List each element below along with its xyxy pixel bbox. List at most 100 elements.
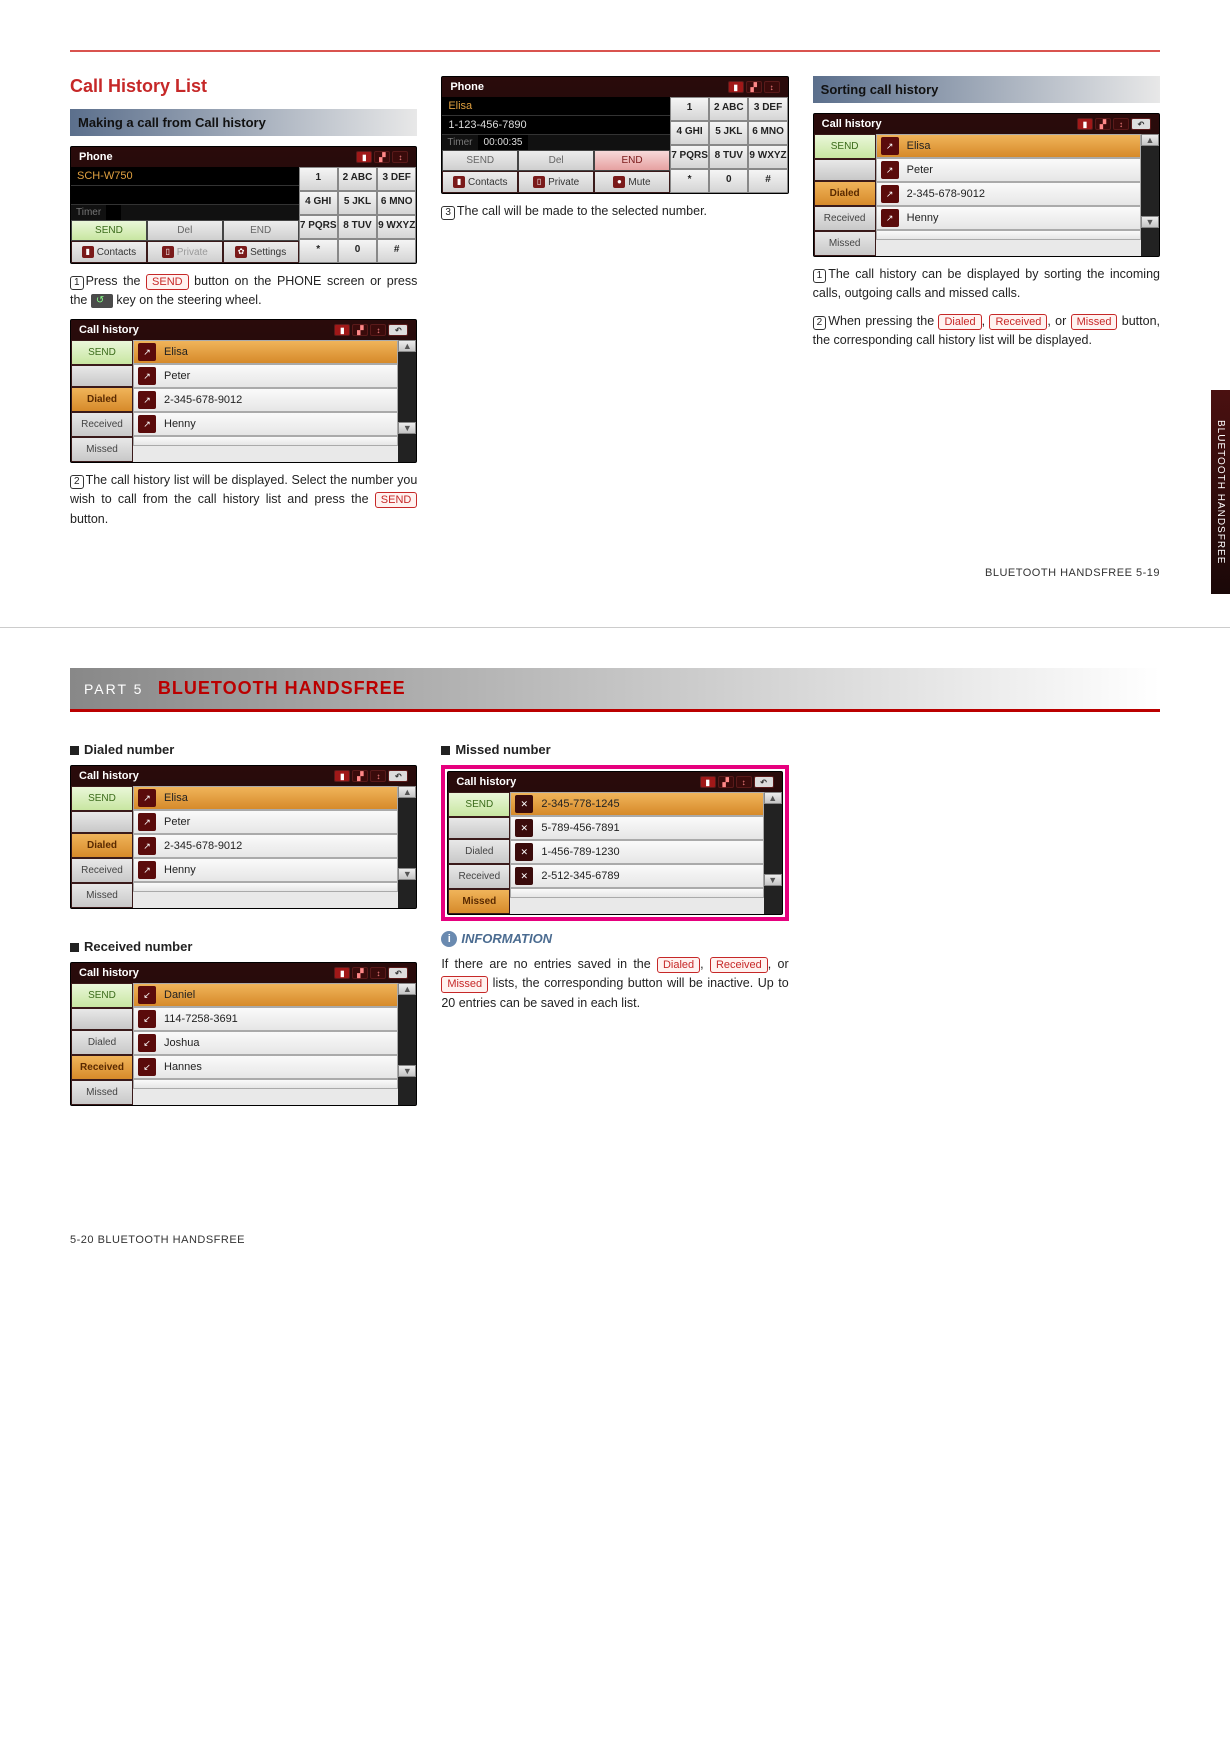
list-item[interactable]: ✕5-789-456-7891 <box>510 816 763 840</box>
tab-send[interactable]: SEND <box>71 340 133 365</box>
list-item[interactable]: ↗Henny <box>133 412 398 436</box>
phone-title: Phone <box>79 151 113 163</box>
scroll-up-icon[interactable]: ▲ <box>1141 134 1159 146</box>
key-8[interactable]: 8 TUV <box>338 215 377 239</box>
tab-missed[interactable]: Missed <box>71 437 133 462</box>
list-item[interactable]: ↗Elisa <box>133 786 398 810</box>
key-2[interactable]: 2 ABC <box>709 97 748 121</box>
key-4[interactable]: 4 GHI <box>670 121 709 145</box>
back-icon[interactable]: ↶ <box>388 324 408 336</box>
tab-received[interactable]: Received <box>71 858 133 883</box>
end-button[interactable]: END <box>223 220 299 241</box>
list-item[interactable]: ↙Joshua <box>133 1031 398 1055</box>
list-item[interactable]: ↙114-7258-3691 <box>133 1007 398 1031</box>
settings-button[interactable]: ✿Settings <box>223 241 299 263</box>
key-star[interactable]: * <box>299 239 338 263</box>
list-item[interactable]: ✕2-345-778-1245 <box>510 792 763 816</box>
private-button[interactable]: ▯Private <box>147 241 223 263</box>
tab-missed[interactable]: Missed <box>71 1080 133 1105</box>
list-item[interactable]: ✕1-456-789-1230 <box>510 840 763 864</box>
mute-button[interactable]: ●Mute <box>594 171 670 193</box>
key-7[interactable]: 7 PQRS <box>670 145 709 169</box>
send-button[interactable]: SEND <box>71 220 147 241</box>
key-0[interactable]: 0 <box>338 239 377 263</box>
list-item[interactable]: ↙Daniel <box>133 983 398 1007</box>
scroll-up-icon[interactable]: ▲ <box>398 340 416 352</box>
key-hash[interactable]: # <box>377 239 416 263</box>
tab-dialed[interactable]: Dialed <box>448 839 510 864</box>
back-icon[interactable]: ↶ <box>388 967 408 979</box>
list-item[interactable]: ↗Elisa <box>876 134 1141 158</box>
tab-send[interactable]: SEND <box>71 983 133 1008</box>
page-footer-left: 5-20 BLUETOOTH HANDSFREE <box>70 1234 1160 1246</box>
list-item[interactable]: ↗Peter <box>133 810 398 834</box>
tab-dialed[interactable]: Dialed <box>814 181 876 206</box>
back-icon[interactable]: ↶ <box>1131 118 1151 130</box>
sort-p2: 2When pressing the Dialed, Received, or … <box>813 312 1160 351</box>
page-5-19: Call History List Making a call from Cal… <box>0 0 1230 609</box>
end-button[interactable]: END <box>594 150 670 171</box>
outgoing-icon: ↗ <box>138 837 156 855</box>
scroll-down-icon[interactable]: ▼ <box>1141 216 1159 228</box>
key-4[interactable]: 4 GHI <box>299 191 338 215</box>
list-item[interactable]: ↗Elisa <box>133 340 398 364</box>
key-5[interactable]: 5 JKL <box>338 191 377 215</box>
key-6[interactable]: 6 MNO <box>377 191 416 215</box>
contacts-button[interactable]: ▮Contacts <box>442 171 518 193</box>
key-3[interactable]: 3 DEF <box>377 167 416 191</box>
key-8[interactable]: 8 TUV <box>709 145 748 169</box>
tab-missed[interactable]: Missed <box>71 883 133 908</box>
list-item[interactable]: ↗Henny <box>876 206 1141 230</box>
tab-received[interactable]: Received <box>71 1055 133 1080</box>
tab-send[interactable]: SEND <box>814 134 876 159</box>
missed-icon: ✕ <box>515 819 533 837</box>
scroll-up-icon[interactable]: ▲ <box>764 792 782 804</box>
tab-dialed[interactable]: Dialed <box>71 1030 133 1055</box>
key-hash[interactable]: # <box>748 169 787 193</box>
tab-missed[interactable]: Missed <box>814 231 876 256</box>
tab-missed[interactable]: Missed <box>448 889 510 914</box>
list-item[interactable]: ↙Hannes <box>133 1055 398 1079</box>
list-item[interactable]: ↗Peter <box>133 364 398 388</box>
key-9[interactable]: 9 WXYZ <box>377 215 416 239</box>
list-item[interactable]: ↗Peter <box>876 158 1141 182</box>
bt-icon: ↕ <box>736 776 752 788</box>
phone-title: Phone <box>450 81 484 93</box>
del-button[interactable]: Del <box>147 220 223 241</box>
key-6[interactable]: 6 MNO <box>748 121 787 145</box>
key-0[interactable]: 0 <box>709 169 748 193</box>
tab-received[interactable]: Received <box>448 864 510 889</box>
key-9[interactable]: 9 WXYZ <box>748 145 787 169</box>
tab-dialed[interactable]: Dialed <box>71 833 133 858</box>
scroll-up-icon[interactable]: ▲ <box>398 786 416 798</box>
contacts-button[interactable]: ▮Contacts <box>71 241 147 263</box>
private-button[interactable]: ▯Private <box>518 171 594 193</box>
scroll-down-icon[interactable]: ▼ <box>398 422 416 434</box>
list-item[interactable]: ↗Henny <box>133 858 398 882</box>
key-star[interactable]: * <box>670 169 709 193</box>
lock-icon: ▯ <box>533 176 545 188</box>
tab-send[interactable]: SEND <box>448 792 510 817</box>
list-item[interactable]: ↗2-345-678-9012 <box>133 834 398 858</box>
key-3[interactable]: 3 DEF <box>748 97 787 121</box>
scroll-down-icon[interactable]: ▼ <box>398 1065 416 1077</box>
key-1[interactable]: 1 <box>299 167 338 191</box>
key-2[interactable]: 2 ABC <box>338 167 377 191</box>
scroll-down-icon[interactable]: ▼ <box>764 874 782 886</box>
list-item[interactable]: ↗2-345-678-9012 <box>876 182 1141 206</box>
key-7[interactable]: 7 PQRS <box>299 215 338 239</box>
list-item[interactable]: ✕2-512-345-6789 <box>510 864 763 888</box>
scroll-down-icon[interactable]: ▼ <box>398 868 416 880</box>
list-item[interactable]: ↗2-345-678-9012 <box>133 388 398 412</box>
status-icons: ▮ ▞ ↕ <box>356 151 408 163</box>
tab-send[interactable]: SEND <box>71 786 133 811</box>
back-icon[interactable]: ↶ <box>388 770 408 782</box>
tab-received[interactable]: Received <box>814 206 876 231</box>
back-icon[interactable]: ↶ <box>754 776 774 788</box>
ch-title: Call history <box>79 770 139 782</box>
tab-received[interactable]: Received <box>71 412 133 437</box>
key-5[interactable]: 5 JKL <box>709 121 748 145</box>
scroll-up-icon[interactable]: ▲ <box>398 983 416 995</box>
key-1[interactable]: 1 <box>670 97 709 121</box>
tab-dialed[interactable]: Dialed <box>71 387 133 412</box>
